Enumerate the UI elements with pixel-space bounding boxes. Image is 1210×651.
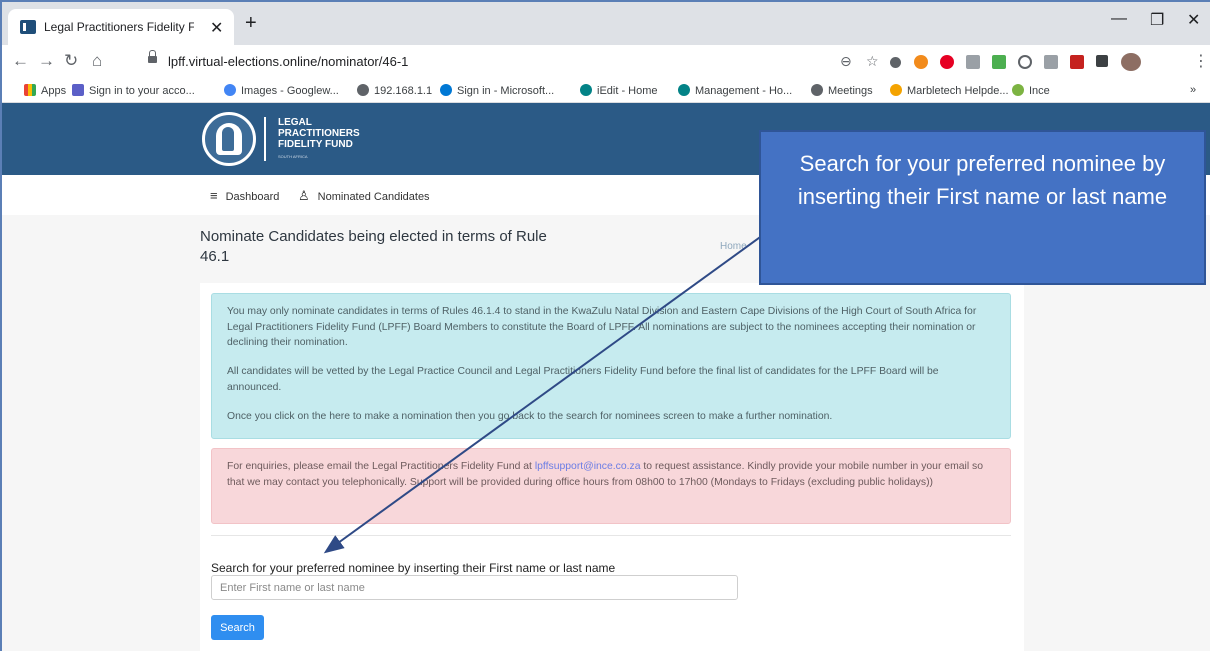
minimize-icon[interactable]: — <box>1111 10 1127 28</box>
checkmark-icon <box>1012 84 1024 96</box>
search-button[interactable]: Search <box>211 615 264 640</box>
globe-icon <box>357 84 369 96</box>
restore-icon[interactable]: ❐ <box>1150 10 1164 30</box>
close-tab-icon[interactable]: ✕ <box>210 18 223 38</box>
bookmarks-overflow-icon[interactable]: » <box>1190 84 1196 96</box>
info-paragraph: All candidates will be vetted by the Leg… <box>227 366 939 393</box>
info-alert: You may only nominate candidates in term… <box>211 293 1011 439</box>
lpff-logo-icon[interactable] <box>202 112 256 166</box>
bookmark-item[interactable]: Marbletech Helpde... <box>890 84 1009 97</box>
helpdesk-icon <box>890 84 902 96</box>
bookmark-apps[interactable]: Apps <box>24 84 66 97</box>
bookmark-item[interactable]: Ince <box>1012 84 1050 97</box>
info-paragraph: You may only nominate candidates in term… <box>227 306 977 348</box>
tab-strip: Legal Practitioners Fidelity Fund ✕ + — … <box>2 2 1210 45</box>
speed-icon[interactable] <box>1018 55 1032 69</box>
bookmark-star-icon[interactable]: ☆ <box>866 53 879 70</box>
browser-toolbar: ← → ↻ ⌂ lpff.virtual-elections.online/no… <box>2 45 1210 79</box>
google-icon <box>224 84 236 96</box>
tab-title: Legal Practitioners Fidelity Fund <box>44 20 194 34</box>
lock-icon <box>148 50 157 64</box>
user-icon: ♙ <box>298 188 310 203</box>
reload-icon[interactable]: ↻ <box>64 51 78 71</box>
bookmark-item[interactable]: Images - Googlew... <box>224 84 339 97</box>
zoom-icon[interactable]: ⊖ <box>840 53 852 70</box>
onedrive-icon <box>440 84 452 96</box>
avatar[interactable] <box>1121 53 1141 71</box>
logo-subtitle: SOUTH AFRICA <box>278 154 308 159</box>
divider <box>211 535 1011 536</box>
close-window-icon[interactable]: ✕ <box>1187 10 1200 30</box>
address-bar[interactable]: lpff.virtual-elections.online/nominator/… <box>142 48 882 76</box>
globe-icon <box>811 84 823 96</box>
new-tab-icon[interactable]: + <box>245 12 257 35</box>
bookmark-item[interactable]: iEdit - Home <box>580 84 658 97</box>
url-text: lpff.virtual-elections.online/nominator/… <box>168 54 409 69</box>
annotation-callout: Search for your preferred nominee by ins… <box>759 130 1206 285</box>
browser-window: Legal Practitioners Fidelity Fund ✕ + — … <box>0 0 1210 651</box>
extension-icon[interactable] <box>890 57 901 68</box>
enquiry-alert: For enquiries, please email the Legal Pr… <box>211 448 1011 524</box>
page-title: Nominate Candidates being elected in ter… <box>200 228 547 265</box>
nav-nominated-candidates[interactable]: ♙ Nominated Candidates <box>298 188 430 204</box>
breadcrumb-home[interactable]: Home <box>720 241 747 252</box>
extension-icon[interactable] <box>914 55 928 69</box>
extension-icon[interactable] <box>992 55 1006 69</box>
nav-dashboard[interactable]: ≡ Dashboard <box>210 188 279 203</box>
logo-text: LEGAL PRACTITIONERS FIDELITY FUND <box>278 117 360 150</box>
menu-lines-icon: ≡ <box>210 188 218 203</box>
bookmark-item[interactable]: Meetings <box>811 84 873 97</box>
sharepoint-icon <box>678 84 690 96</box>
search-input[interactable] <box>211 575 738 600</box>
back-arrow-icon[interactable]: ← <box>12 51 29 71</box>
teams-icon <box>72 84 84 96</box>
home-icon[interactable]: ⌂ <box>92 51 102 71</box>
bookmarks-bar: Apps Sign in to your acco... Images - Go… <box>2 79 1210 103</box>
support-email-link[interactable]: lpffsupport@ince.co.za <box>535 461 641 472</box>
bookmark-item[interactable]: Sign in - Microsoft... <box>440 84 554 97</box>
logo-divider <box>264 117 266 161</box>
pinterest-icon[interactable] <box>940 55 954 69</box>
apps-grid-icon <box>24 84 36 96</box>
content-card: You may only nominate candidates in term… <box>200 283 1024 651</box>
puzzle-icon[interactable] <box>1096 55 1108 67</box>
lpff-favicon-icon <box>20 20 36 34</box>
info-paragraph: Once you click on the here to make a nom… <box>227 410 833 422</box>
extension-icon[interactable] <box>1044 55 1058 69</box>
menu-kebab-icon[interactable]: ⋮ <box>1193 51 1209 71</box>
bookmark-item[interactable]: Management - Ho... <box>678 84 792 97</box>
browser-tab[interactable]: Legal Practitioners Fidelity Fund ✕ <box>8 9 234 45</box>
pdf-icon[interactable] <box>1070 55 1084 69</box>
bookmark-item[interactable]: 192.168.1.1 <box>357 84 432 97</box>
sharepoint-icon <box>580 84 592 96</box>
search-label: Search for your preferred nominee by ins… <box>211 561 616 575</box>
extension-icon[interactable] <box>966 55 980 69</box>
bookmark-item[interactable]: Sign in to your acco... <box>72 84 195 97</box>
forward-arrow-icon[interactable]: → <box>38 51 55 71</box>
